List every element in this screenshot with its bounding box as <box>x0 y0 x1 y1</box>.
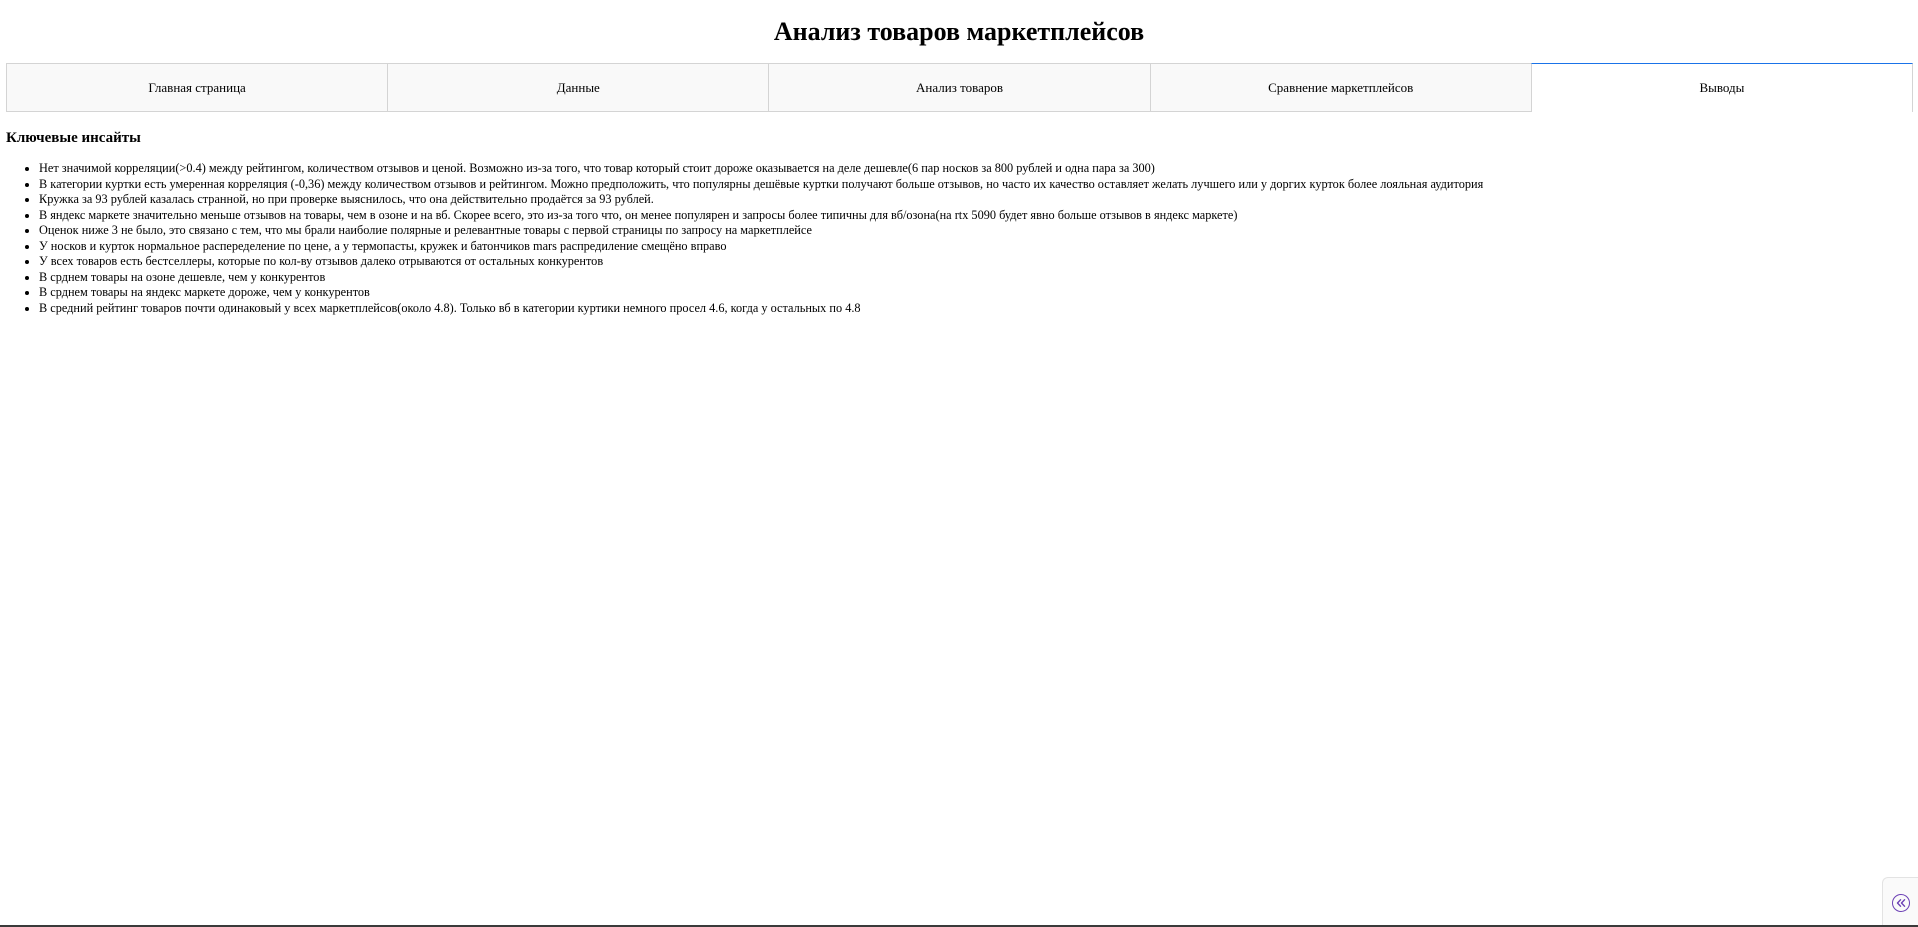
insights-heading: Ключевые инсайты <box>6 130 141 146</box>
tab-home[interactable]: Главная страница <box>6 63 388 111</box>
double-chevron-left-icon <box>1891 893 1910 912</box>
insight-item: В срднем товары на озоне дешевле, чем у … <box>39 270 1906 286</box>
page: Анализ товаров маркетплейсов Главная стр… <box>0 0 1918 927</box>
insight-item: В яндекс маркете значительно меньше отзы… <box>39 208 1906 224</box>
insights-section: Ключевые инсайты Нет значимой корреляции… <box>6 129 1906 316</box>
insights-list: Нет значимой корреляции(>0.4) между рейт… <box>6 161 1906 316</box>
insight-item: У носков и курток нормальное распеределе… <box>39 239 1906 255</box>
insight-item: В средний рейтинг товаров почти одинаков… <box>39 301 1906 317</box>
tab-marketplace-comparison[interactable]: Сравнение маркетплейсов <box>1149 63 1531 111</box>
tab-conclusions[interactable]: Выводы <box>1530 63 1914 112</box>
insight-item: В категории куртки есть умеренная коррел… <box>39 177 1906 193</box>
tab-bar: Главная страница Данные Анализ товаров С… <box>6 63 1914 112</box>
insight-item: Оценок ниже 3 не было, это связано с тем… <box>39 223 1906 239</box>
sidebar-toggle-button[interactable] <box>1882 877 1918 927</box>
tab-data[interactable]: Данные <box>387 63 769 111</box>
insight-item: Кружка за 93 рублей казалась странной, н… <box>39 192 1906 208</box>
page-title: Анализ товаров маркетплейсов <box>773 17 1145 46</box>
insight-item: У всех товаров есть бестселлеры, которые… <box>39 254 1906 270</box>
tab-product-analysis[interactable]: Анализ товаров <box>768 63 1150 111</box>
insight-item: Нет значимой корреляции(>0.4) между рейт… <box>39 161 1906 177</box>
insight-item: В срднем товары на яндекс маркете дороже… <box>39 285 1906 301</box>
